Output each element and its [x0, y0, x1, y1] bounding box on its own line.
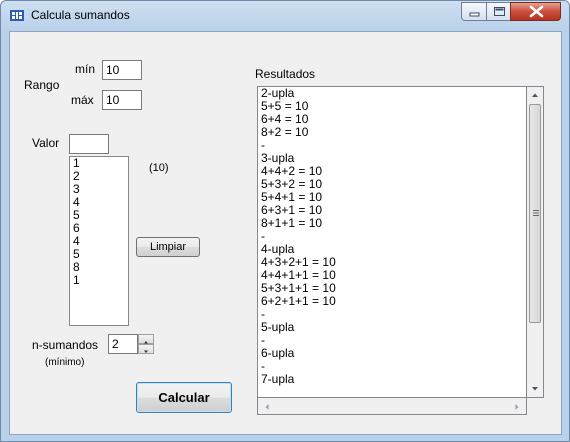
result-line[interactable]: - [258, 334, 526, 347]
window-title: Calcula sumandos [31, 8, 130, 22]
result-line[interactable]: 5-upla [258, 321, 526, 334]
nsumandos-spinner[interactable] [138, 334, 154, 354]
grip-icon [533, 210, 539, 216]
limpiar-button[interactable]: Limpiar [136, 237, 200, 257]
result-line[interactable]: 8+1+1 = 10 [258, 217, 526, 230]
calcular-button[interactable]: Calcular [136, 382, 232, 413]
spin-up-button[interactable] [138, 334, 154, 344]
min-input[interactable] [102, 60, 142, 80]
nsumandos-hint: (mínimo) [45, 357, 85, 368]
minimize-icon [469, 12, 480, 17]
result-line[interactable]: - [258, 230, 526, 243]
result-line[interactable]: 6-upla [258, 347, 526, 360]
valor-label: Valor [32, 136, 60, 150]
result-line[interactable]: - [258, 139, 526, 152]
scroll-right-icon[interactable] [513, 402, 521, 412]
results-horizontal-scrollbar[interactable] [257, 398, 527, 415]
valor-listbox[interactable]: 1234564581 [69, 156, 129, 326]
nsumandos-label: n-sumandos [32, 338, 99, 352]
scroll-left-icon[interactable] [263, 402, 271, 412]
app-icon [9, 7, 25, 23]
maximize-button[interactable] [486, 2, 511, 21]
maximize-icon [494, 7, 505, 16]
min-label: mín [75, 62, 96, 76]
scroll-up-icon[interactable] [530, 91, 540, 99]
chevron-down-icon [144, 350, 148, 353]
nsumandos-input[interactable] [108, 334, 138, 354]
valor-count: (10) [149, 162, 169, 174]
spin-down-button[interactable] [138, 344, 154, 354]
valor-input[interactable] [69, 134, 109, 154]
minimize-button[interactable] [461, 2, 487, 21]
title-bar[interactable]: Calcula sumandos [1, 1, 569, 29]
resultados-label: Resultados [255, 67, 316, 81]
result-line[interactable]: - [258, 308, 526, 321]
close-button[interactable] [510, 2, 561, 21]
result-line[interactable]: 6+2+1+1 = 10 [258, 295, 526, 308]
result-line[interactable]: 7-upla [258, 373, 526, 386]
scroll-down-icon[interactable] [530, 385, 540, 393]
close-icon [529, 5, 544, 18]
result-line[interactable]: - [258, 360, 526, 373]
rango-label: Rango [24, 78, 60, 92]
results-vertical-scrollbar[interactable] [527, 86, 544, 398]
valor-list-item[interactable]: 1 [70, 274, 128, 287]
client-area: Rango mín máx Valor 1234564581 (10) Limp… [9, 31, 562, 435]
max-label: máx [71, 93, 94, 107]
results-vertical-thumb[interactable] [529, 104, 541, 323]
resultados-listbox[interactable]: 2-upla 5+5 = 10 6+4 = 10 8+2 = 10-3-upla 4+4… [257, 86, 527, 398]
main-window: Calcula sumandos Rango mín máx Valor 1 [0, 0, 570, 442]
max-input[interactable] [102, 90, 142, 110]
result-line[interactable]: 8+2 = 10 [258, 126, 526, 139]
